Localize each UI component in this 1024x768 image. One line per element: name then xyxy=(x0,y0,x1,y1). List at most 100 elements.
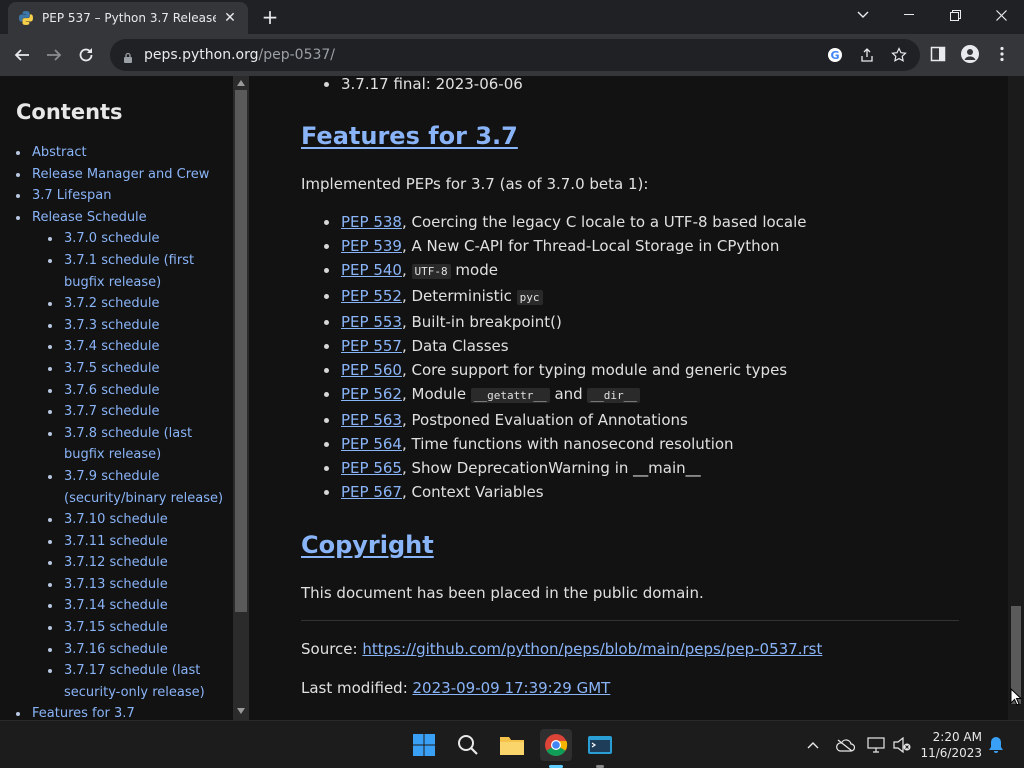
scroll-up-arrow-icon[interactable] xyxy=(237,80,245,86)
toc-link[interactable]: Abstract xyxy=(32,145,87,160)
toc-item-abstract[interactable]: Abstract xyxy=(16,142,233,164)
toc-item-release-schedule[interactable]: Release Schedule 3.7.0 schedule 3.7.1 sc… xyxy=(16,207,233,704)
pep-link[interactable]: PEP 567 xyxy=(341,483,402,501)
search-icon[interactable] xyxy=(452,729,484,761)
last-modified-link[interactable]: 2023-09-09 17:39:29 GMT xyxy=(413,679,611,697)
pep-link[interactable]: PEP 562 xyxy=(341,385,402,403)
toc-subitem[interactable]: 3.7.1 schedule (first bugfix release) xyxy=(48,250,233,293)
toc-item-features[interactable]: Features for 3.7 xyxy=(16,703,233,720)
main-scrollbar[interactable] xyxy=(1008,76,1024,720)
reload-icon[interactable] xyxy=(73,42,99,68)
menu-kebab-icon[interactable] xyxy=(992,44,1012,64)
inline-code: UTF-8 xyxy=(411,264,451,279)
toc-sublink[interactable]: 3.7.4 schedule xyxy=(64,339,159,354)
pep-link[interactable]: PEP 538 xyxy=(341,213,402,231)
volume-muted-icon[interactable] xyxy=(892,735,912,755)
file-explorer-icon[interactable] xyxy=(496,729,528,761)
toc-sublink[interactable]: 3.7.14 schedule xyxy=(64,598,168,613)
toc-subitem[interactable]: 3.7.11 schedule xyxy=(48,531,233,553)
toc-item-release-manager[interactable]: Release Manager and Crew xyxy=(16,164,233,186)
toc-subitem[interactable]: 3.7.3 schedule xyxy=(48,315,233,337)
toc-sublink[interactable]: 3.7.3 schedule xyxy=(64,318,159,333)
bookmark-star-icon[interactable] xyxy=(890,46,908,64)
chevron-up-icon[interactable] xyxy=(803,735,823,755)
toc-sublink[interactable]: 3.7.11 schedule xyxy=(64,534,168,549)
forward-arrow-icon[interactable] xyxy=(41,42,67,68)
google-icon[interactable]: G xyxy=(826,46,844,64)
tab-search-chevron-icon[interactable] xyxy=(840,0,886,30)
toc-subitem[interactable]: 3.7.2 schedule xyxy=(48,293,233,315)
pep-link[interactable]: PEP 553 xyxy=(341,313,402,331)
toc-sublink[interactable]: 3.7.15 schedule xyxy=(64,620,168,635)
toc-sublink[interactable]: 3.7.1 schedule (first bugfix release) xyxy=(64,253,194,290)
toc-link[interactable]: Features for 3.7 xyxy=(32,706,135,720)
toc-subitem[interactable]: 3.7.5 schedule xyxy=(48,358,233,380)
toc-subitem[interactable]: 3.7.6 schedule xyxy=(48,380,233,402)
toc-subitem[interactable]: 3.7.8 schedule (last bugfix release) xyxy=(48,423,233,466)
notification-bell-icon[interactable] xyxy=(986,735,1006,755)
system-clock[interactable]: 2:20 AM 11/6/2023 xyxy=(920,729,982,761)
toc-subitem[interactable]: 3.7.15 schedule xyxy=(48,617,233,639)
toc-sublink[interactable]: 3.7.7 schedule xyxy=(64,404,159,419)
browser-tab-active[interactable]: PEP 537 – Python 3.7 Release Sc ✕ xyxy=(8,2,248,34)
sidebar-scrollbar[interactable] xyxy=(233,76,249,720)
pep-link[interactable]: PEP 539 xyxy=(341,237,402,255)
toc-subitem[interactable]: 3.7.14 schedule xyxy=(48,595,233,617)
toc-link[interactable]: Release Schedule xyxy=(32,210,147,225)
toc-sublink[interactable]: 3.7.2 schedule xyxy=(64,296,159,311)
pep-link[interactable]: PEP 564 xyxy=(341,435,402,453)
inline-code: pyc xyxy=(516,290,543,305)
toc-subitem[interactable]: 3.7.9 schedule (security/binary release) xyxy=(48,466,233,509)
network-icon[interactable] xyxy=(866,735,886,755)
toc-sublink[interactable]: 3.7.12 schedule xyxy=(64,555,168,570)
toc-link[interactable]: 3.7 Lifespan xyxy=(32,188,111,203)
side-panel-icon[interactable] xyxy=(928,44,948,64)
share-icon[interactable] xyxy=(858,46,876,64)
pep-link[interactable]: PEP 565 xyxy=(341,459,402,477)
minimize-button[interactable] xyxy=(886,0,932,30)
terminal-app-icon[interactable] xyxy=(584,729,616,761)
toc-subitem[interactable]: 3.7.10 schedule xyxy=(48,509,233,531)
windows-start-icon[interactable] xyxy=(408,729,440,761)
toc-subitem[interactable]: 3.7.0 schedule xyxy=(48,228,233,250)
profile-avatar-icon[interactable] xyxy=(960,44,980,64)
toc-subitem[interactable]: 3.7.4 schedule xyxy=(48,336,233,358)
toc-link[interactable]: Release Manager and Crew xyxy=(32,167,209,182)
toc-subitem[interactable]: 3.7.16 schedule xyxy=(48,639,233,661)
restore-button[interactable] xyxy=(932,0,978,30)
new-tab-button[interactable]: + xyxy=(258,5,282,29)
toc-sublink[interactable]: 3.7.5 schedule xyxy=(64,361,159,376)
pep-link[interactable]: PEP 560 xyxy=(341,361,402,379)
close-window-button[interactable] xyxy=(978,0,1024,30)
toc-item-lifespan[interactable]: 3.7 Lifespan xyxy=(16,185,233,207)
toc-sublink[interactable]: 3.7.6 schedule xyxy=(64,383,159,398)
toc-subitem[interactable]: 3.7.12 schedule xyxy=(48,552,233,574)
address-bar[interactable]: peps.python.org/pep-0537/ G xyxy=(110,39,920,71)
source-link[interactable]: https://github.com/python/peps/blob/main… xyxy=(362,640,822,658)
back-arrow-icon[interactable] xyxy=(9,42,35,68)
toc-sublink[interactable]: 3.7.13 schedule xyxy=(64,577,168,592)
pep-link[interactable]: PEP 563 xyxy=(341,411,402,429)
lock-icon[interactable] xyxy=(122,49,134,63)
last-modified-line: Last modified: 2023-09-09 17:39:29 GMT xyxy=(301,679,1008,697)
toc-subitem[interactable]: 3.7.17 schedule (last security-only rele… xyxy=(48,660,233,703)
toc-sidebar: Contents Abstract Release Manager and Cr… xyxy=(0,76,233,720)
pep-link[interactable]: PEP 540 xyxy=(341,261,402,279)
onedrive-cloud-icon[interactable] xyxy=(835,735,855,755)
pep-link[interactable]: PEP 557 xyxy=(341,337,402,355)
sidebar-scrollbar-thumb[interactable] xyxy=(235,90,247,612)
toc-sublink[interactable]: 3.7.0 schedule xyxy=(64,231,159,246)
chrome-icon[interactable] xyxy=(540,729,572,761)
toc-subitem[interactable]: 3.7.7 schedule xyxy=(48,401,233,423)
features-heading[interactable]: Features for 3.7 xyxy=(301,122,1008,150)
scroll-down-arrow-icon[interactable] xyxy=(237,708,245,714)
toc-sublink[interactable]: 3.7.9 schedule (security/binary release) xyxy=(64,469,223,506)
copyright-heading[interactable]: Copyright xyxy=(301,531,1008,559)
toc-sublink[interactable]: 3.7.17 schedule (last security-only rele… xyxy=(64,663,205,700)
toc-sublink[interactable]: 3.7.8 schedule (last bugfix release) xyxy=(64,426,192,463)
close-tab-icon[interactable]: ✕ xyxy=(222,10,238,26)
toc-sublink[interactable]: 3.7.10 schedule xyxy=(64,512,168,527)
toc-subitem[interactable]: 3.7.13 schedule xyxy=(48,574,233,596)
pep-link[interactable]: PEP 552 xyxy=(341,287,402,305)
toc-sublink[interactable]: 3.7.16 schedule xyxy=(64,642,168,657)
